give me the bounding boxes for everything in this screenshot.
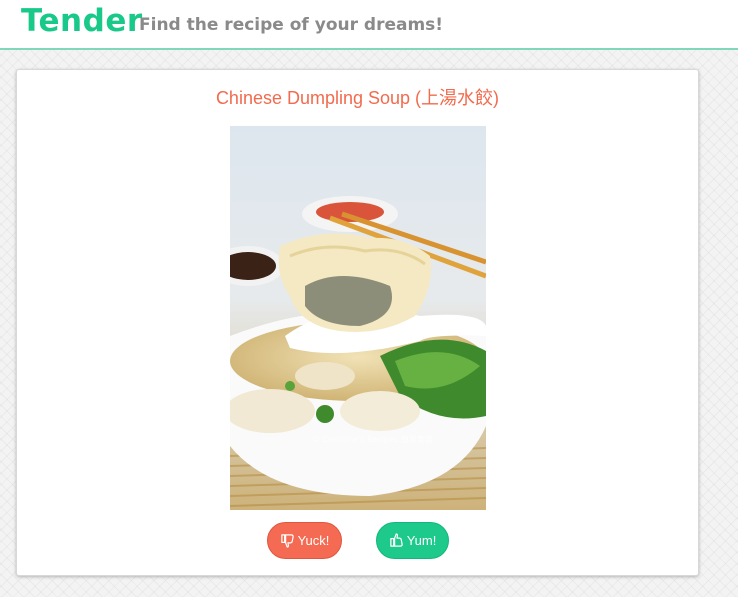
tagline: Find the recipe of your dreams! [139,15,444,35]
yuck-label: Yuck! [297,533,330,548]
recipe-card: Chinese Dumpling Soup (上湯水餃) © Christine… [16,69,699,576]
recipe-title: Chinese Dumpling Soup (上湯水餃) [215,88,500,108]
yum-label: Yum! [406,533,437,548]
photo-watermark: © Christine's Recipes 簡易食譜 [312,434,433,444]
yum-button[interactable]: Yum! [376,522,449,559]
yuck-button[interactable]: Yuck! [267,522,342,559]
thumbs-down-icon [280,533,295,548]
thumbs-up-icon [389,533,404,548]
recipe-photo: © Christine's Recipes 簡易食譜 [230,126,486,510]
app-header: Tender Find the recipe of your dreams! [0,0,738,50]
brand-logo[interactable]: Tender [21,2,143,40]
